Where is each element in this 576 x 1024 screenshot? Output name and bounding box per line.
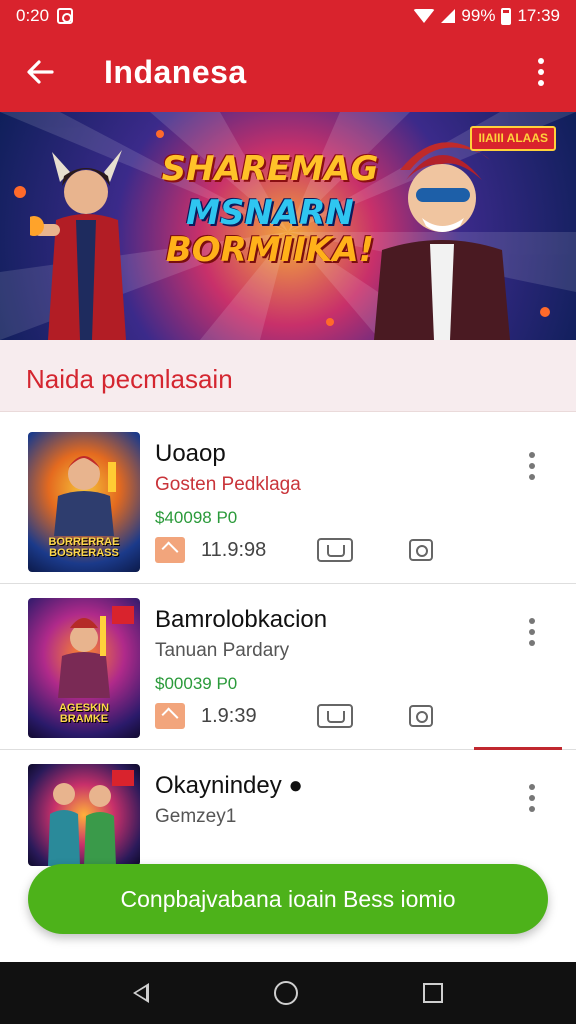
- nav-back-icon[interactable]: [132, 983, 149, 1003]
- app-price: $40098 P0: [155, 508, 238, 527]
- item-overflow-menu-icon[interactable]: [518, 778, 546, 818]
- app-name: Uoaop: [155, 440, 226, 467]
- page-title: Indanesa: [104, 53, 247, 90]
- signal-icon: [441, 9, 456, 23]
- banner-sticker: IIAIII ALAAS: [470, 126, 556, 151]
- battery-percent: 99%: [461, 6, 496, 25]
- app-thumbnail: [28, 764, 140, 866]
- nav-home-icon[interactable]: [273, 981, 298, 1005]
- thumbnail-character-illustration: [48, 770, 134, 866]
- item-overflow-menu-icon[interactable]: [518, 446, 546, 486]
- app-developer: Gosten Pedklaga: [155, 474, 301, 495]
- promo-banner[interactable]: IIAIII ALAAS SHAREMAG MSNARN BORMIIKA!: [0, 112, 576, 340]
- tag-icon: [155, 537, 185, 563]
- section-title: Naida pecmlasain: [26, 364, 233, 394]
- app-bar: Indanesa: [0, 32, 576, 112]
- section-header: Naida pecmlasain: [0, 340, 576, 412]
- status-time-right: 17:39: [517, 6, 560, 25]
- system-nav-bar: [0, 962, 576, 1024]
- ticket-icon: [317, 538, 353, 562]
- app-size: 11.9:98: [201, 538, 267, 561]
- banner-hero-left-illustration: [30, 150, 126, 340]
- tag-icon: [155, 703, 185, 729]
- app-meta-row: 1.9:39: [155, 702, 455, 730]
- app-name-text: Okaynindey: [155, 772, 282, 799]
- user-icon: ●: [288, 772, 303, 799]
- notification-icon: [57, 8, 74, 24]
- screen: 0:20 99% 17:39 Indanesa IIAIII ALAAS SHA…: [0, 0, 576, 1024]
- thumbnail-caption: BORRERRAE BOSRERASS: [48, 535, 120, 560]
- item-overflow-menu-icon[interactable]: [518, 612, 546, 652]
- app-meta-row: 11.9:98: [155, 536, 455, 564]
- nav-recent-icon[interactable]: [423, 983, 444, 1003]
- status-time-left: 0:20: [16, 6, 50, 25]
- overflow-menu-icon: [538, 58, 544, 86]
- app-thumbnail: BORRERRAE BOSRERASS: [28, 432, 140, 572]
- back-arrow-icon: [27, 60, 54, 84]
- banner-headline-line2: MSNARN: [186, 192, 354, 233]
- camera-icon: [409, 705, 433, 727]
- back-button[interactable]: [0, 32, 80, 112]
- battery-icon: [501, 7, 512, 25]
- app-developer: Tanuan Pardary: [155, 640, 290, 661]
- app-name: Okaynindey ●: [155, 772, 303, 800]
- list-item[interactable]: BORRERRAE BOSRERASS Uoaop Gosten Pedklag…: [0, 418, 576, 584]
- app-price: $00039 P0: [155, 674, 238, 693]
- wifi-icon: [413, 9, 436, 23]
- banner-headline-line1: SHAREMAG: [161, 149, 379, 189]
- list-item[interactable]: AGESKIN BRAMKE Bamrolobkacion Tanuan Par…: [0, 584, 576, 750]
- banner-headline: SHAREMAG MSNARN BORMIIKA!: [150, 149, 390, 271]
- camera-icon: [409, 539, 433, 561]
- overflow-menu-button[interactable]: [506, 32, 576, 112]
- ticket-icon: [317, 704, 353, 728]
- app-developer: Gemzey1: [155, 806, 237, 827]
- thumbnail-caption: AGESKIN BRAMKE: [58, 701, 110, 726]
- app-thumbnail: AGESKIN BRAMKE: [28, 598, 140, 738]
- banner-headline-line3: BORMIIKA!: [165, 230, 375, 271]
- primary-action-button[interactable]: Conpbajvabana ioain Bess iomio: [28, 864, 548, 934]
- app-name: Bamrolobkacion: [155, 606, 328, 633]
- status-bar: 0:20 99% 17:39: [0, 0, 576, 32]
- scroll-indicator: [474, 747, 562, 750]
- app-size: 1.9:39: [201, 704, 257, 727]
